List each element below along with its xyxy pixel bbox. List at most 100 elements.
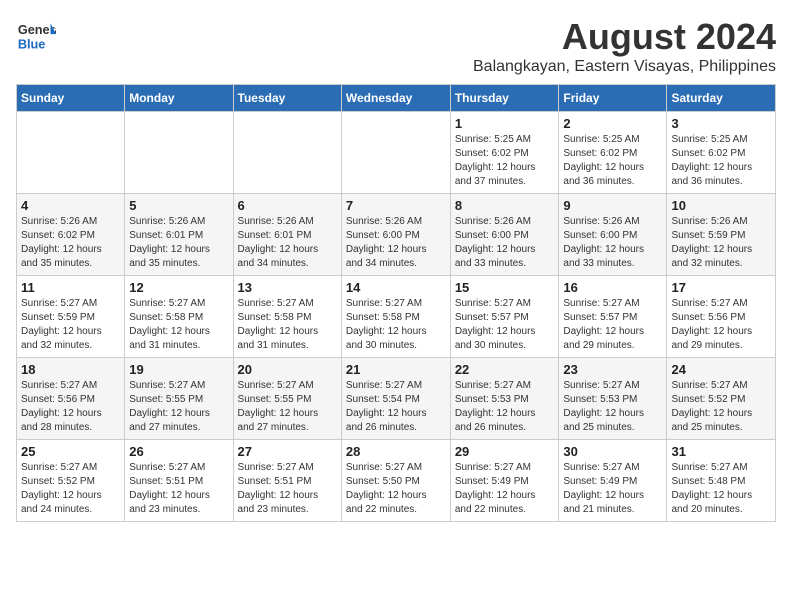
- calendar-cell: 17 Sunrise: 5:27 AMSunset: 5:56 PMDayligh…: [667, 276, 776, 358]
- calendar-cell: 6 Sunrise: 5:26 AMSunset: 6:01 PMDaylight…: [233, 194, 341, 276]
- month-year-title: August 2024: [473, 16, 776, 58]
- calendar-cell: 8 Sunrise: 5:26 AMSunset: 6:00 PMDaylight…: [450, 194, 559, 276]
- day-number: 25: [21, 444, 120, 459]
- calendar-cell: 15 Sunrise: 5:27 AMSunset: 5:57 PMDayligh…: [450, 276, 559, 358]
- day-info: Sunrise: 5:27 AMSunset: 5:58 PMDaylight:…: [129, 297, 228, 353]
- day-number: 22: [455, 362, 555, 377]
- day-info: Sunrise: 5:27 AMSunset: 5:58 PMDaylight:…: [346, 297, 446, 353]
- calendar-cell: [341, 112, 450, 194]
- calendar-cell: 3 Sunrise: 5:25 AMSunset: 6:02 PMDaylight…: [667, 112, 776, 194]
- day-number: 2: [563, 116, 662, 131]
- calendar-cell: [125, 112, 233, 194]
- calendar-cell: 29 Sunrise: 5:27 AMSunset: 5:49 PMDayligh…: [450, 440, 559, 522]
- calendar-cell: 7 Sunrise: 5:26 AMSunset: 6:00 PMDaylight…: [341, 194, 450, 276]
- day-info: Sunrise: 5:27 AMSunset: 5:59 PMDaylight:…: [21, 297, 120, 353]
- calendar-week-4: 18 Sunrise: 5:27 AMSunset: 5:56 PMDayligh…: [17, 358, 776, 440]
- calendar-week-5: 25 Sunrise: 5:27 AMSunset: 5:52 PMDayligh…: [17, 440, 776, 522]
- calendar-cell: 23 Sunrise: 5:27 AMSunset: 5:53 PMDayligh…: [559, 358, 667, 440]
- weekday-header-row: SundayMondayTuesdayWednesdayThursdayFrid…: [17, 85, 776, 112]
- day-info: Sunrise: 5:27 AMSunset: 5:49 PMDaylight:…: [455, 461, 555, 517]
- calendar-table: SundayMondayTuesdayWednesdayThursdayFrid…: [16, 84, 776, 522]
- calendar-cell: [17, 112, 125, 194]
- calendar-cell: 5 Sunrise: 5:26 AMSunset: 6:01 PMDaylight…: [125, 194, 233, 276]
- calendar-cell: 26Sunrise: 5:27 AMSunset: 5:51 PMDayligh…: [125, 440, 233, 522]
- day-info: Sunrise: 5:27 AMSunset: 5:55 PMDaylight:…: [238, 379, 337, 435]
- calendar-cell: 24 Sunrise: 5:27 AMSunset: 5:52 PMDayligh…: [667, 358, 776, 440]
- weekday-header-tuesday: Tuesday: [233, 85, 341, 112]
- day-info: Sunrise: 5:26 AMSunset: 6:02 PMDaylight:…: [21, 215, 120, 271]
- calendar-cell: 28Sunrise: 5:27 AMSunset: 5:50 PMDayligh…: [341, 440, 450, 522]
- day-info: Sunrise: 5:27 AMSunset: 5:49 PMDaylight:…: [563, 461, 662, 517]
- day-info: Sunrise: 5:26 AMSunset: 6:01 PMDaylight:…: [129, 215, 228, 271]
- calendar-cell: 20 Sunrise: 5:27 AMSunset: 5:55 PMDayligh…: [233, 358, 341, 440]
- day-number: 8: [455, 198, 555, 213]
- day-number: 18: [21, 362, 120, 377]
- day-info: Sunrise: 5:25 AMSunset: 6:02 PMDaylight:…: [671, 133, 771, 189]
- calendar-cell: 14 Sunrise: 5:27 AMSunset: 5:58 PMDayligh…: [341, 276, 450, 358]
- calendar-cell: 2Sunrise: 5:25 AMSunset: 6:02 PMDaylight…: [559, 112, 667, 194]
- day-info: Sunrise: 5:27 AMSunset: 5:58 PMDaylight:…: [238, 297, 337, 353]
- calendar-cell: 9Sunrise: 5:26 AMSunset: 6:00 PMDaylight…: [559, 194, 667, 276]
- title-area: August 2024 Balangkayan, Eastern Visayas…: [473, 16, 776, 76]
- calendar-cell: [233, 112, 341, 194]
- day-info: Sunrise: 5:26 AMSunset: 6:00 PMDaylight:…: [346, 215, 446, 271]
- calendar-cell: 27Sunrise: 5:27 AMSunset: 5:51 PMDayligh…: [233, 440, 341, 522]
- day-info: Sunrise: 5:26 AMSunset: 6:00 PMDaylight:…: [455, 215, 555, 271]
- day-info: Sunrise: 5:27 AMSunset: 5:53 PMDaylight:…: [563, 379, 662, 435]
- day-number: 31: [671, 444, 771, 459]
- day-number: 17: [671, 280, 771, 295]
- day-info: Sunrise: 5:27 AMSunset: 5:56 PMDaylight:…: [21, 379, 120, 435]
- calendar-cell: 10 Sunrise: 5:26 AMSunset: 5:59 PMDayligh…: [667, 194, 776, 276]
- calendar-cell: 1Sunrise: 5:25 AMSunset: 6:02 PMDaylight…: [450, 112, 559, 194]
- day-number: 7: [346, 198, 446, 213]
- day-number: 15: [455, 280, 555, 295]
- day-number: 13: [238, 280, 337, 295]
- day-info: Sunrise: 5:26 AMSunset: 6:01 PMDaylight:…: [238, 215, 337, 271]
- day-number: 3: [671, 116, 771, 131]
- logo: General Blue: [16, 16, 58, 56]
- day-info: Sunrise: 5:27 AMSunset: 5:57 PMDaylight:…: [563, 297, 662, 353]
- calendar-cell: 11Sunrise: 5:27 AMSunset: 5:59 PMDayligh…: [17, 276, 125, 358]
- day-number: 6: [238, 198, 337, 213]
- day-info: Sunrise: 5:26 AMSunset: 5:59 PMDaylight:…: [671, 215, 771, 271]
- calendar-cell: 16 Sunrise: 5:27 AMSunset: 5:57 PMDayligh…: [559, 276, 667, 358]
- day-info: Sunrise: 5:27 AMSunset: 5:52 PMDaylight:…: [21, 461, 120, 517]
- svg-text:Blue: Blue: [18, 37, 46, 52]
- day-number: 29: [455, 444, 555, 459]
- day-info: Sunrise: 5:27 AMSunset: 5:54 PMDaylight:…: [346, 379, 446, 435]
- day-number: 24: [671, 362, 771, 377]
- day-number: 19: [129, 362, 228, 377]
- day-number: 23: [563, 362, 662, 377]
- header: General Blue August 2024 Balangkayan, Ea…: [16, 16, 776, 76]
- day-number: 16: [563, 280, 662, 295]
- calendar-cell: 13 Sunrise: 5:27 AMSunset: 5:58 PMDayligh…: [233, 276, 341, 358]
- day-info: Sunrise: 5:25 AMSunset: 6:02 PMDaylight:…: [455, 133, 555, 189]
- day-info: Sunrise: 5:27 AMSunset: 5:53 PMDaylight:…: [455, 379, 555, 435]
- weekday-header-saturday: Saturday: [667, 85, 776, 112]
- day-number: 5: [129, 198, 228, 213]
- day-info: Sunrise: 5:27 AMSunset: 5:56 PMDaylight:…: [671, 297, 771, 353]
- day-number: 27: [238, 444, 337, 459]
- day-number: 14: [346, 280, 446, 295]
- calendar-cell: 19 Sunrise: 5:27 AMSunset: 5:55 PMDayligh…: [125, 358, 233, 440]
- calendar-week-3: 11Sunrise: 5:27 AMSunset: 5:59 PMDayligh…: [17, 276, 776, 358]
- weekday-header-thursday: Thursday: [450, 85, 559, 112]
- svg-text:General: General: [18, 22, 56, 37]
- calendar-cell: 22 Sunrise: 5:27 AMSunset: 5:53 PMDayligh…: [450, 358, 559, 440]
- day-info: Sunrise: 5:27 AMSunset: 5:52 PMDaylight:…: [671, 379, 771, 435]
- weekday-header-friday: Friday: [559, 85, 667, 112]
- calendar-cell: 4 Sunrise: 5:26 AMSunset: 6:02 PMDaylight…: [17, 194, 125, 276]
- calendar-cell: 31 Sunrise: 5:27 AMSunset: 5:48 PMDayligh…: [667, 440, 776, 522]
- day-number: 9: [563, 198, 662, 213]
- day-number: 20: [238, 362, 337, 377]
- day-info: Sunrise: 5:27 AMSunset: 5:55 PMDaylight:…: [129, 379, 228, 435]
- day-info: Sunrise: 5:27 AMSunset: 5:48 PMDaylight:…: [671, 461, 771, 517]
- day-info: Sunrise: 5:27 AMSunset: 5:57 PMDaylight:…: [455, 297, 555, 353]
- day-number: 28: [346, 444, 446, 459]
- day-number: 10: [671, 198, 771, 213]
- calendar-cell: 21Sunrise: 5:27 AMSunset: 5:54 PMDayligh…: [341, 358, 450, 440]
- day-number: 4: [21, 198, 120, 213]
- calendar-cell: 30Sunrise: 5:27 AMSunset: 5:49 PMDayligh…: [559, 440, 667, 522]
- calendar-week-2: 4 Sunrise: 5:26 AMSunset: 6:02 PMDaylight…: [17, 194, 776, 276]
- weekday-header-monday: Monday: [125, 85, 233, 112]
